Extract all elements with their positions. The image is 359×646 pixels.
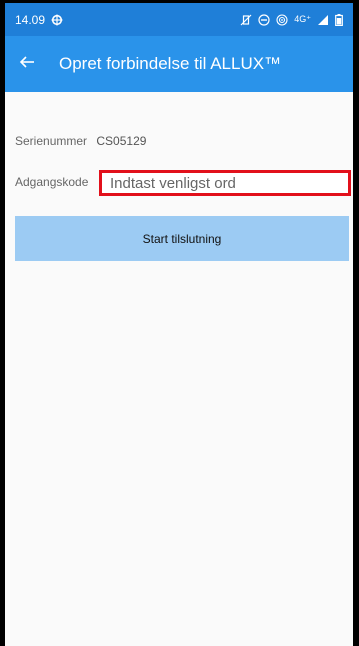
start-connection-button[interactable]: Start tilslutning bbox=[15, 216, 349, 261]
settings-gear-icon bbox=[51, 14, 63, 26]
app-bar: Opret forbindelse til ALLUX™ bbox=[5, 36, 353, 92]
password-input[interactable] bbox=[99, 170, 351, 196]
signal-icon bbox=[317, 14, 329, 26]
app-title: Opret forbindelse til ALLUX™ bbox=[59, 54, 282, 73]
phone-screen: 14.09 4G⁺ Opret forbindelse til ALLUX™ S… bbox=[5, 3, 353, 646]
vibrate-off-icon bbox=[240, 14, 252, 26]
do-not-disturb-icon bbox=[258, 13, 270, 26]
serial-row: Serienummer CS05129 bbox=[15, 134, 146, 148]
serial-label: Serienummer bbox=[15, 134, 88, 148]
status-left: 14.09 bbox=[15, 13, 63, 27]
back-button[interactable] bbox=[5, 36, 49, 92]
serial-value: CS05129 bbox=[96, 134, 147, 148]
status-time: 14.09 bbox=[15, 12, 46, 27]
password-label: Adgangskode bbox=[15, 175, 89, 189]
status-bar: 14.09 4G⁺ bbox=[5, 3, 353, 36]
battery-icon bbox=[335, 13, 343, 26]
status-right: 4G⁺ bbox=[240, 13, 343, 26]
network-type: 4G⁺ bbox=[294, 14, 311, 24]
hotspot-icon bbox=[276, 13, 288, 26]
back-arrow-icon bbox=[19, 53, 35, 76]
